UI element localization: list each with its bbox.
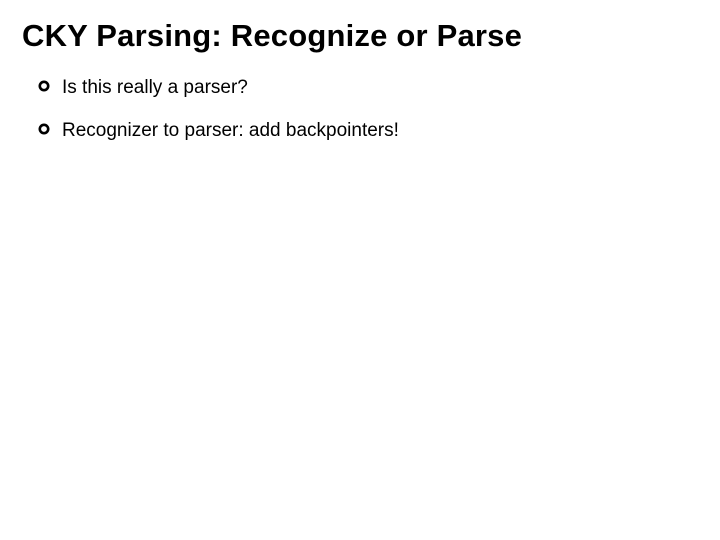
slide-title: CKY Parsing: Recognize or Parse bbox=[22, 18, 698, 54]
slide: CKY Parsing: Recognize or Parse Is this … bbox=[0, 0, 720, 540]
ring-bullet-icon bbox=[38, 80, 50, 92]
ring-bullet-icon bbox=[38, 123, 50, 135]
list-item: Is this really a parser? bbox=[38, 76, 698, 100]
bullet-text: Recognizer to parser: add backpointers! bbox=[62, 119, 399, 143]
bullet-text: Is this really a parser? bbox=[62, 76, 248, 100]
list-item: Recognizer to parser: add backpointers! bbox=[38, 119, 698, 143]
bullet-list: Is this really a parser? Recognizer to p… bbox=[22, 76, 698, 144]
